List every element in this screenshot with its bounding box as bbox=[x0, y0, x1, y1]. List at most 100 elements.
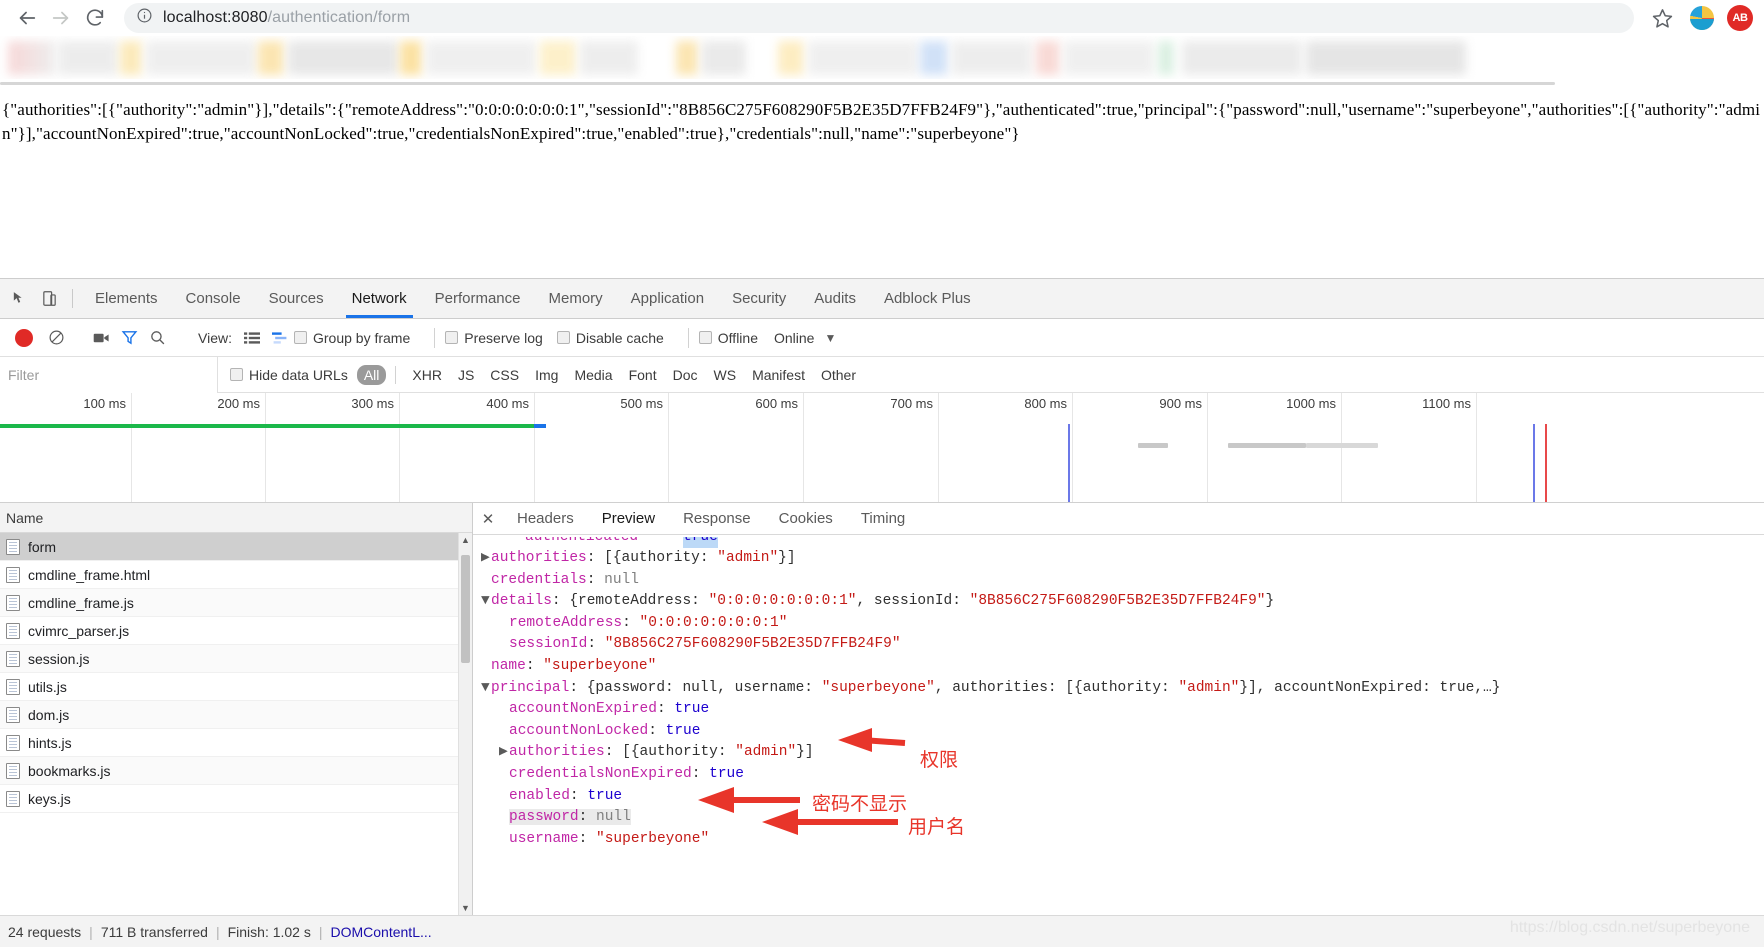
reload-button[interactable] bbox=[78, 1, 112, 35]
tab-performance[interactable]: Performance bbox=[421, 279, 535, 318]
close-icon[interactable]: ✕ bbox=[473, 510, 503, 528]
preview-line[interactable]: ▼details: {remoteAddress: "0:0:0:0:0:0:0… bbox=[473, 591, 1764, 613]
disclosure-triangle-icon[interactable]: ▼ bbox=[481, 591, 491, 613]
disclosure-triangle-icon[interactable]: ▶ bbox=[499, 742, 509, 764]
preview-line[interactable]: password: null bbox=[473, 807, 1764, 829]
json-preview-tree[interactable]: authenticated true ▶authorities: [{authori… bbox=[473, 535, 1764, 915]
table-row[interactable]: form bbox=[0, 533, 472, 561]
adblock-extension-icon[interactable]: AB bbox=[1726, 4, 1754, 32]
preview-line[interactable]: username: "superbeyone" bbox=[473, 829, 1764, 851]
scroll-down-arrow-icon[interactable]: ▼ bbox=[459, 901, 472, 915]
preview-line[interactable]: sessionId: "8B856C275F608290F5B2E35D7FFB… bbox=[473, 634, 1764, 656]
star-icon[interactable] bbox=[1646, 2, 1678, 34]
preview-line[interactable]: ▶authorities: [{authority: "admin"}] bbox=[473, 742, 1764, 764]
network-timeline-overview[interactable]: 100 ms 200 ms 300 ms 400 ms 500 ms 600 m… bbox=[0, 393, 1764, 503]
filter-type-all[interactable]: All bbox=[356, 364, 387, 385]
disclosure-triangle-icon[interactable] bbox=[481, 570, 491, 592]
table-row[interactable]: session.js bbox=[0, 645, 472, 673]
scroll-up-arrow-icon[interactable]: ▲ bbox=[459, 533, 472, 547]
tab-response[interactable]: Response bbox=[669, 510, 765, 527]
hide-data-urls-checkbox[interactable] bbox=[230, 368, 243, 381]
disclosure-triangle-icon[interactable] bbox=[481, 656, 491, 678]
table-row[interactable]: cvimrc_parser.js bbox=[0, 617, 472, 645]
back-button[interactable] bbox=[10, 1, 44, 35]
filter-type-js[interactable]: JS bbox=[451, 365, 481, 385]
preview-line[interactable]: accountNonLocked: true bbox=[473, 721, 1764, 743]
disclosure-triangle-icon[interactable] bbox=[499, 721, 509, 743]
disclosure-triangle-icon[interactable]: ▶ bbox=[481, 548, 491, 570]
horizontal-scrollbar[interactable] bbox=[0, 80, 1764, 86]
tab-timing[interactable]: Timing bbox=[847, 510, 919, 527]
offline-checkbox[interactable] bbox=[698, 331, 712, 344]
filter-input[interactable] bbox=[0, 356, 218, 393]
list-view-icon[interactable] bbox=[238, 327, 266, 349]
tab-application[interactable]: Application bbox=[617, 279, 718, 318]
record-button-icon[interactable] bbox=[15, 328, 33, 347]
preview-line[interactable]: name: "superbeyone" bbox=[473, 656, 1764, 678]
search-icon[interactable] bbox=[143, 327, 171, 349]
table-row[interactable]: bookmarks.js bbox=[0, 757, 472, 785]
requests-list[interactable]: form cmdline_frame.html cmdline_frame.js… bbox=[0, 533, 472, 915]
disclosure-triangle-icon[interactable] bbox=[499, 699, 509, 721]
preview-line[interactable]: accountNonExpired: true bbox=[473, 699, 1764, 721]
disable-cache-option[interactable]: Disable cache bbox=[556, 330, 664, 346]
fruit-bowl-extension-icon[interactable] bbox=[1688, 4, 1716, 32]
preview-line[interactable]: remoteAddress: "0:0:0:0:0:0:0:1" bbox=[473, 613, 1764, 635]
tab-headers[interactable]: Headers bbox=[503, 510, 588, 527]
info-circle-icon[interactable] bbox=[136, 7, 153, 29]
filter-type-img[interactable]: Img bbox=[528, 365, 565, 385]
tab-preview[interactable]: Preview bbox=[588, 510, 669, 527]
capture-screenshots-icon[interactable] bbox=[87, 327, 115, 349]
filter-icon[interactable] bbox=[115, 327, 143, 349]
preview-line[interactable]: credentials: null bbox=[473, 570, 1764, 592]
tab-memory[interactable]: Memory bbox=[535, 279, 617, 318]
filter-type-manifest[interactable]: Manifest bbox=[745, 365, 812, 385]
filter-type-ws[interactable]: WS bbox=[707, 365, 744, 385]
address-bar[interactable]: localhost:8080/authentication/form bbox=[124, 3, 1634, 33]
filter-type-font[interactable]: Font bbox=[622, 365, 664, 385]
online-throttle-value[interactable]: Online bbox=[774, 330, 814, 346]
toggle-device-toolbar-icon[interactable] bbox=[34, 279, 64, 318]
tab-console[interactable]: Console bbox=[172, 279, 255, 318]
tab-security[interactable]: Security bbox=[718, 279, 800, 318]
preview-line[interactable]: ▼principal: {password: null, username: "… bbox=[473, 678, 1764, 700]
table-row[interactable]: keys.js bbox=[0, 785, 472, 813]
scrollbar-thumb[interactable] bbox=[461, 555, 470, 663]
table-row[interactable]: hints.js bbox=[0, 729, 472, 757]
disclosure-triangle-icon[interactable] bbox=[499, 634, 509, 656]
clear-icon[interactable] bbox=[42, 327, 70, 349]
preview-line[interactable]: enabled: true bbox=[473, 786, 1764, 808]
table-row[interactable]: cmdline_frame.html bbox=[0, 561, 472, 589]
offline-option[interactable]: Offline bbox=[698, 330, 758, 346]
bookmarks-bar[interactable] bbox=[0, 36, 1764, 80]
filter-type-doc[interactable]: Doc bbox=[666, 365, 705, 385]
column-header-name[interactable]: Name bbox=[0, 503, 472, 533]
dom-content-loaded[interactable]: DOMContentL... bbox=[331, 924, 432, 940]
table-row[interactable]: dom.js bbox=[0, 701, 472, 729]
preview-line[interactable]: ▶authorities: [{authority: "admin"}] bbox=[473, 548, 1764, 570]
disclosure-triangle-icon[interactable] bbox=[499, 786, 509, 808]
inspect-element-icon[interactable] bbox=[4, 279, 34, 318]
disclosure-triangle-icon[interactable] bbox=[499, 613, 509, 635]
disclosure-triangle-icon[interactable]: ▼ bbox=[481, 678, 491, 700]
requests-list-scrollbar[interactable]: ▲ ▼ bbox=[458, 533, 472, 915]
preserve-log-checkbox[interactable] bbox=[445, 331, 459, 344]
filter-type-css[interactable]: CSS bbox=[483, 365, 526, 385]
tab-sources[interactable]: Sources bbox=[255, 279, 338, 318]
disclosure-triangle-icon[interactable] bbox=[499, 807, 509, 829]
preserve-log-option[interactable]: Preserve log bbox=[445, 330, 543, 346]
waterfall-view-icon[interactable] bbox=[266, 327, 294, 349]
table-row[interactable]: cmdline_frame.js bbox=[0, 589, 472, 617]
tab-adblock-plus[interactable]: Adblock Plus bbox=[870, 279, 985, 318]
tab-network[interactable]: Network bbox=[338, 279, 421, 318]
disable-cache-checkbox[interactable] bbox=[556, 331, 570, 344]
filter-type-xhr[interactable]: XHR bbox=[405, 365, 449, 385]
filter-type-other[interactable]: Other bbox=[814, 365, 863, 385]
table-row[interactable]: utils.js bbox=[0, 673, 472, 701]
preview-line[interactable]: credentialsNonExpired: true bbox=[473, 764, 1764, 786]
group-by-frame-checkbox[interactable] bbox=[293, 331, 307, 344]
forward-button[interactable] bbox=[44, 1, 78, 35]
chevron-down-icon[interactable]: ▼ bbox=[824, 331, 836, 345]
tab-cookies[interactable]: Cookies bbox=[765, 510, 847, 527]
disclosure-triangle-icon[interactable] bbox=[499, 764, 509, 786]
